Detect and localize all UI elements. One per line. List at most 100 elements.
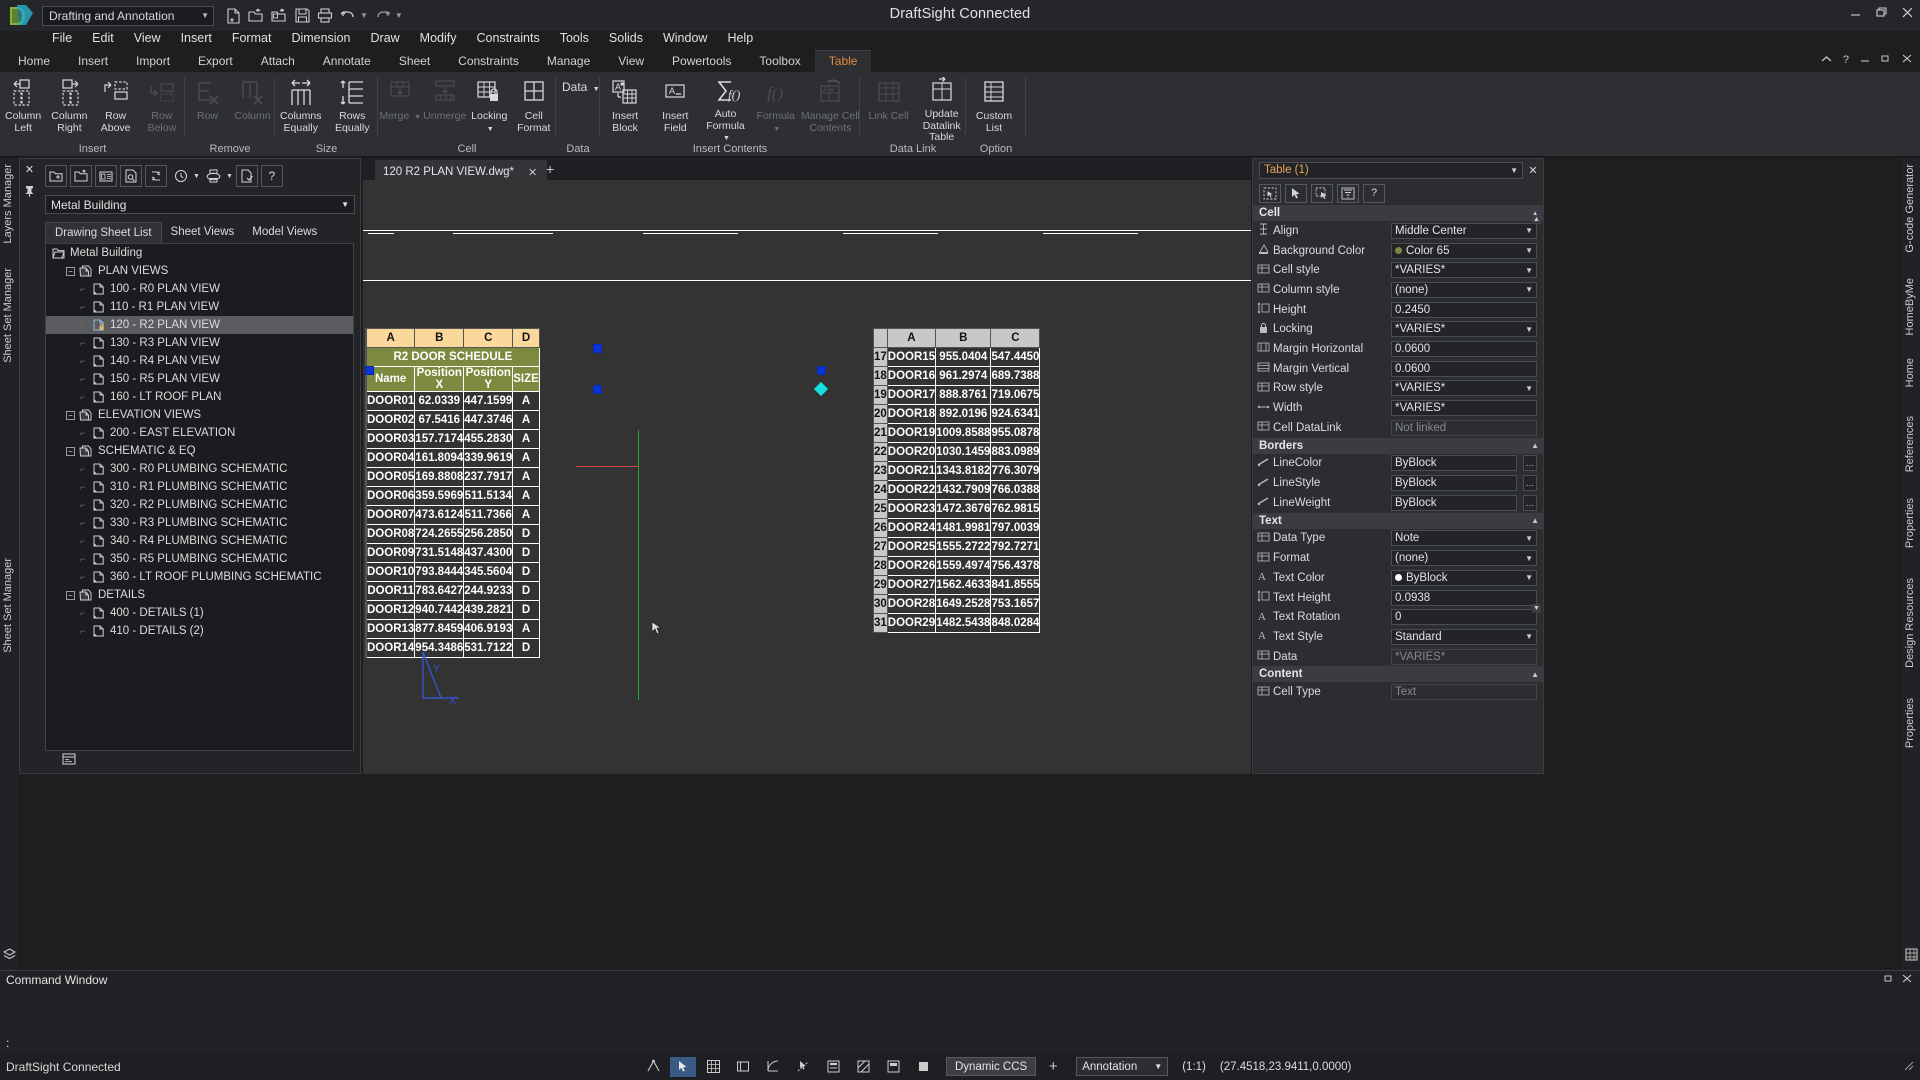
tree-expander-icon[interactable]: − xyxy=(66,590,75,600)
ribbon-tab-annotate[interactable]: Annotate xyxy=(309,51,385,72)
tree-expander-icon[interactable]: − xyxy=(66,410,75,420)
data-dropdown[interactable]: Data ▼ xyxy=(556,72,600,138)
property-value-field[interactable]: (none) ▼ xyxy=(1391,281,1537,298)
table-cell[interactable]: 339.9619 xyxy=(463,448,514,468)
table-cell[interactable]: DOOR21 xyxy=(886,461,937,481)
table-cell[interactable]: 345.5604 xyxy=(463,562,514,582)
table-cell[interactable]: DOOR28 xyxy=(886,594,937,614)
property-value-field[interactable]: (none) ▼ xyxy=(1391,550,1537,567)
tree-item[interactable]: ⌐ 110 - R1 PLAN VIEW xyxy=(46,298,353,316)
preview-icon[interactable] xyxy=(120,165,142,187)
tree-item[interactable]: Metal Building xyxy=(46,244,353,262)
tree-expander-icon[interactable]: − xyxy=(66,266,75,276)
table-cell[interactable]: 62.0339 xyxy=(414,391,465,411)
row-number[interactable]: 27 xyxy=(873,537,888,557)
menu-item-draw[interactable]: Draw xyxy=(361,28,410,48)
row-number[interactable]: 30 xyxy=(873,594,888,614)
table-cell[interactable]: DOOR02 xyxy=(365,410,416,430)
dock-label-homebyme[interactable]: HomeByMe xyxy=(1904,278,1916,335)
properties-object-combo[interactable]: Table (1) ▼ xyxy=(1259,161,1523,179)
tree-item[interactable]: ⌐ 200 - EAST ELEVATION xyxy=(46,424,353,442)
sheet-tree[interactable]: Metal Building − PLAN VIEWS ⌐ 100 - R0 PLAN … xyxy=(45,243,354,751)
print-icon[interactable] xyxy=(203,165,225,187)
ribbon-tab-insert[interactable]: Insert xyxy=(64,51,122,72)
dock-label-home[interactable]: Home xyxy=(1904,358,1916,387)
ribbon-button-auto-formula[interactable]: f() Auto Formula ▼ xyxy=(700,72,750,142)
menu-item-modify[interactable]: Modify xyxy=(410,28,467,48)
table-cell[interactable]: DOOR13 xyxy=(365,619,416,639)
table-cell[interactable]: DOOR10 xyxy=(365,562,416,582)
column-header-A[interactable]: A xyxy=(886,328,937,348)
properties-section-cell[interactable]: Cell ▲ xyxy=(1253,205,1543,221)
ribbon-button-rows-equally[interactable]: Rows Equally xyxy=(327,72,379,138)
refresh-icon[interactable] xyxy=(145,165,167,187)
properties-section-borders[interactable]: Borders ▲ xyxy=(1253,437,1543,454)
doc-close-icon[interactable] xyxy=(1902,54,1912,66)
dock-label-properties-2[interactable]: Properties xyxy=(1904,698,1916,748)
row-number[interactable]: 24 xyxy=(873,480,888,500)
row-number[interactable]: 28 xyxy=(873,556,888,576)
polar-icon[interactable] xyxy=(760,1057,786,1077)
table-cell[interactable]: 793.8444 xyxy=(414,562,465,582)
table-cell[interactable]: DOOR05 xyxy=(365,467,416,487)
ribbon-tab-attach[interactable]: Attach xyxy=(247,51,309,72)
table-header-cell[interactable]: Position X xyxy=(414,366,465,392)
table-cell[interactable]: D xyxy=(512,543,540,563)
print-dropdown-icon[interactable]: ▼ xyxy=(226,173,233,180)
tree-item[interactable]: ⌐ 360 - LT ROOF PLUMBING SCHEMATIC xyxy=(46,568,353,586)
pin-icon[interactable] xyxy=(20,185,39,200)
table-cell[interactable]: DOOR29 xyxy=(886,613,937,633)
column-header-C[interactable]: C xyxy=(463,328,514,348)
grid-panel-icon[interactable] xyxy=(1905,948,1918,964)
table-cell[interactable]: 473.6124 xyxy=(414,505,465,525)
table-cell[interactable]: D xyxy=(512,638,540,658)
help-icon[interactable]: ? xyxy=(1363,183,1385,203)
table-cell[interactable]: 1343.8182 xyxy=(935,461,992,481)
property-value-field[interactable]: Note ▼ xyxy=(1391,530,1537,547)
tree-item[interactable]: ⌐ 330 - R3 PLUMBING SCHEMATIC xyxy=(46,514,353,532)
menu-item-constraints[interactable]: Constraints xyxy=(467,28,550,48)
dock-label-properties[interactable]: Properties xyxy=(1904,498,1916,548)
table-cell[interactable]: 1562.4633 xyxy=(935,575,992,595)
tree-item[interactable]: − SCHEMATIC & EQ xyxy=(46,442,353,460)
table-cell[interactable]: 883.0989 xyxy=(990,442,1041,462)
ribbon-tab-manage[interactable]: Manage xyxy=(533,51,604,72)
table-cell[interactable]: 547.4450 xyxy=(990,347,1041,367)
table-cell[interactable]: DOOR17 xyxy=(886,385,937,405)
table-cell[interactable]: DOOR14 xyxy=(365,638,416,658)
table-cell[interactable]: 1555.2722 xyxy=(935,537,992,557)
property-value-field[interactable]: ByBlock xyxy=(1391,475,1517,492)
table-grip-mid[interactable] xyxy=(593,385,602,394)
ribbon-button-row-above[interactable]: Row Above xyxy=(93,72,139,138)
menu-item-edit[interactable]: Edit xyxy=(82,28,124,48)
row-number[interactable]: 22 xyxy=(873,442,888,462)
table-cell[interactable]: 961.2974 xyxy=(935,366,992,386)
properties-section-text[interactable]: Text ▲ xyxy=(1253,512,1543,529)
column-header-B[interactable]: B xyxy=(935,328,992,348)
table-cell[interactable]: 1482.5438 xyxy=(935,613,992,633)
table-cell[interactable]: 719.0675 xyxy=(990,385,1041,405)
table-cell[interactable]: 1649.2528 xyxy=(935,594,992,614)
property-value-field[interactable]: 0.0938 xyxy=(1391,589,1537,606)
ribbon-button-column-right[interactable]: Column Right xyxy=(46,72,92,138)
table-cell[interactable]: DOOR19 xyxy=(886,423,937,443)
property-value-field[interactable]: ByBlock xyxy=(1391,494,1517,511)
ribbon-button-custom-list[interactable]: Custom List xyxy=(966,72,1022,138)
table-cell[interactable]: 753.1657 xyxy=(990,594,1041,614)
add-status-item-button[interactable]: + xyxy=(1040,1057,1066,1077)
help-icon[interactable]: ? xyxy=(260,165,283,187)
ribbon-tab-export[interactable]: Export xyxy=(184,51,247,72)
new-tab-button[interactable]: + xyxy=(546,161,554,177)
table-cell[interactable]: 888.8761 xyxy=(935,385,992,405)
dock-label-sheet-set-manager[interactable]: Sheet Set Manager xyxy=(2,268,14,363)
ribbon-tab-table[interactable]: Table xyxy=(814,50,872,72)
table-cell[interactable]: 161.8094 xyxy=(414,448,465,468)
menu-item-view[interactable]: View xyxy=(124,28,171,48)
tree-item[interactable]: ⌐ 350 - R5 PLUMBING SCHEMATIC xyxy=(46,550,353,568)
property-value-field[interactable]: 0.0600 xyxy=(1391,340,1537,357)
menu-item-dimension[interactable]: Dimension xyxy=(281,28,360,48)
table-cell[interactable]: A xyxy=(512,505,540,525)
table-cell[interactable]: 511.7366 xyxy=(463,505,514,525)
property-value-field[interactable]: *VARIES* xyxy=(1391,400,1537,417)
tree-item[interactable]: ⌐ 300 - R0 PLUMBING SCHEMATIC xyxy=(46,460,353,478)
